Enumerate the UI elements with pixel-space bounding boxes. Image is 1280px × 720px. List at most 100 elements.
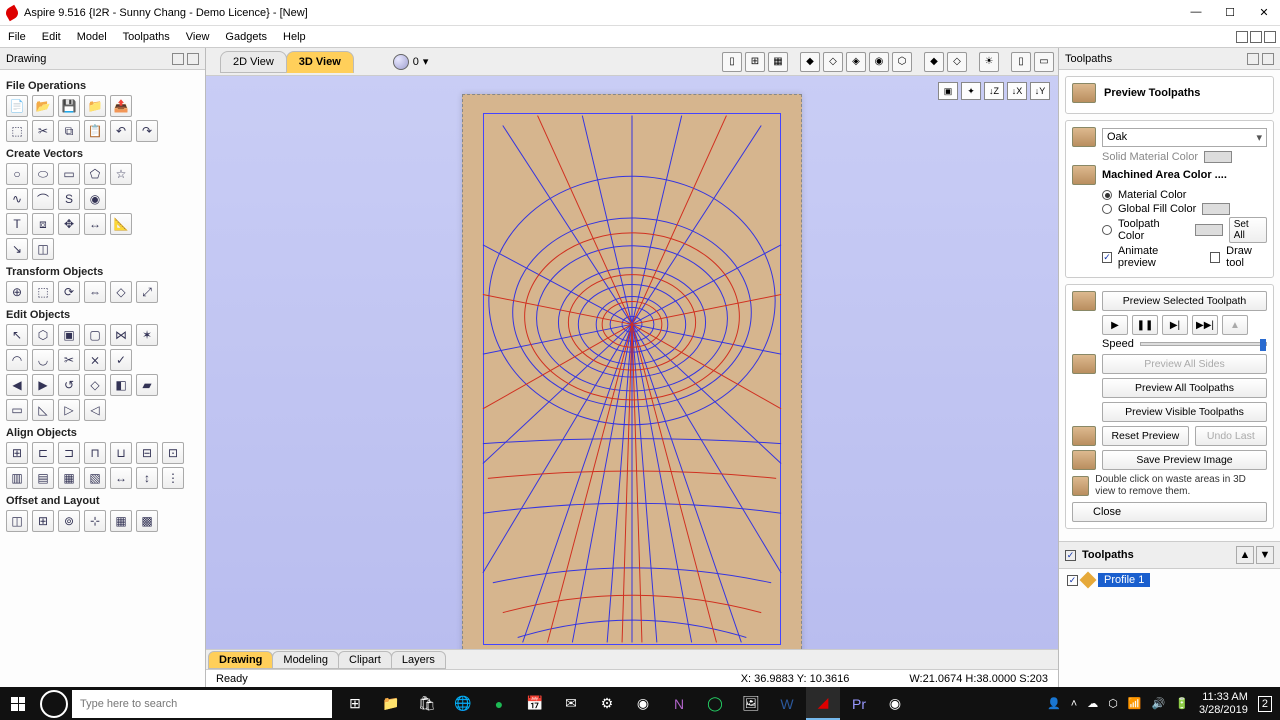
edge-icon[interactable]: 🌐 — [446, 687, 480, 720]
menu-gadgets[interactable]: Gadgets — [225, 31, 267, 43]
fillet-icon[interactable]: ◠ — [6, 349, 28, 371]
align-bottom-icon[interactable]: ⊔ — [110, 442, 132, 464]
spiral-icon[interactable]: ◉ — [84, 188, 106, 210]
close-vector-icon[interactable]: ▶ — [32, 374, 54, 396]
radio-toolpath-color[interactable] — [1102, 225, 1112, 235]
reverse-icon[interactable]: ↺ — [58, 374, 80, 396]
paste-icon[interactable]: 📋 — [84, 120, 106, 142]
menu-file[interactable]: File — [8, 31, 26, 43]
preview-visible-button[interactable]: Preview Visible Toolpaths — [1102, 402, 1267, 422]
text-box-icon[interactable]: ⧈ — [32, 213, 54, 235]
align-left-icon[interactable]: ⊏ — [32, 442, 54, 464]
cortana-icon[interactable] — [40, 690, 68, 718]
space-v-icon[interactable]: ↕ — [136, 467, 158, 489]
window1-icon[interactable]: ▯ — [1011, 52, 1031, 72]
group-icon[interactable]: ▣ — [58, 324, 80, 346]
drawtool-checkbox[interactable] — [1210, 252, 1220, 263]
break-icon[interactable]: ⨯ — [84, 349, 106, 371]
trim-icon[interactable]: ✂ — [58, 349, 80, 371]
maximize-button[interactable]: ☐ — [1220, 6, 1240, 19]
cut-icon[interactable]: ✂ — [32, 120, 54, 142]
align-middle-icon[interactable]: ⊟ — [136, 442, 158, 464]
premiere-icon[interactable]: Pr — [842, 687, 876, 720]
menu-edit[interactable]: Edit — [42, 31, 61, 43]
distribute4-icon[interactable]: ▧ — [84, 467, 106, 489]
minimize-button[interactable]: — — [1186, 6, 1206, 19]
align-center-icon[interactable]: ⊞ — [6, 442, 28, 464]
extend-icon[interactable]: ◡ — [32, 349, 54, 371]
save-file-icon[interactable]: 💾 — [58, 95, 80, 117]
toolpaths-checkbox[interactable] — [1065, 550, 1076, 561]
chrome-icon[interactable]: ◉ — [626, 687, 660, 720]
globe-icon[interactable] — [393, 54, 409, 70]
light-icon[interactable]: ☀ — [979, 52, 999, 72]
rotate-icon[interactable]: ⟳ — [58, 281, 80, 303]
calendar-icon[interactable]: 📅 — [518, 687, 552, 720]
texture-icon[interactable]: ◫ — [32, 238, 54, 260]
edit1-icon[interactable]: ▭ — [6, 399, 28, 421]
polyline-icon[interactable]: ∿ — [6, 188, 28, 210]
shade1-icon[interactable]: ◆ — [800, 52, 820, 72]
distribute2-icon[interactable]: ▤ — [32, 467, 54, 489]
mdi-restore-icon[interactable] — [1250, 31, 1262, 43]
export-icon[interactable]: 📤 — [110, 95, 132, 117]
axis-z-icon[interactable]: ↓Z — [984, 82, 1004, 100]
solid-color-swatch[interactable] — [1204, 151, 1232, 163]
toolpath-color-swatch[interactable] — [1195, 224, 1223, 236]
copy-icon[interactable]: ⧉ — [58, 120, 80, 142]
tile-4-icon[interactable]: ⊞ — [745, 52, 765, 72]
panel-toggle-icon[interactable] — [187, 53, 199, 65]
distribute3-icon[interactable]: ▦ — [58, 467, 80, 489]
step-button[interactable]: ▶| — [1162, 315, 1188, 335]
tpitem-name[interactable]: Profile 1 — [1098, 573, 1150, 587]
open-vector-icon[interactable]: ◀ — [6, 374, 28, 396]
globe-dropdown-icon[interactable]: ▾ — [423, 55, 429, 68]
start-button[interactable] — [0, 687, 36, 720]
mdi-minimize-icon[interactable] — [1236, 31, 1248, 43]
dimension-icon[interactable]: ↔ — [84, 213, 106, 235]
boolean-icon[interactable]: ◧ — [110, 374, 132, 396]
taskbar-search[interactable]: Type here to search — [72, 690, 332, 718]
mail-icon[interactable]: ✉ — [554, 687, 588, 720]
move-icon[interactable]: ⊕ — [6, 281, 28, 303]
btab-drawing[interactable]: Drawing — [208, 651, 273, 669]
radio-material-color[interactable] — [1102, 190, 1112, 200]
join-icon[interactable]: ⋈ — [110, 324, 132, 346]
pause-button[interactable]: ❚❚ — [1132, 315, 1158, 335]
reset-preview-button[interactable]: Reset Preview — [1102, 426, 1189, 446]
distribute1-icon[interactable]: ▥ — [6, 467, 28, 489]
edit4-icon[interactable]: ◁ — [84, 399, 106, 421]
save-preview-image-button[interactable]: Save Preview Image — [1102, 450, 1267, 470]
offset-icon[interactable]: ◫ — [6, 510, 28, 532]
rp-toggle-icon[interactable] — [1262, 53, 1274, 65]
tab-3dview[interactable]: 3D View — [286, 51, 354, 73]
trace-icon[interactable]: ✥ — [58, 213, 80, 235]
onenote-icon[interactable]: N — [662, 687, 696, 720]
axis-y-icon[interactable]: ↓Y — [1030, 82, 1050, 100]
set-all-button[interactable]: Set All — [1229, 217, 1267, 243]
close-button[interactable]: ✕ — [1254, 6, 1274, 19]
preview-all-sides-button[interactable]: Preview All Sides — [1102, 354, 1267, 374]
tray-wifi-icon[interactable]: 📶 — [1128, 697, 1142, 710]
menu-help[interactable]: Help — [283, 31, 306, 43]
ungroup-icon[interactable]: ▢ — [84, 324, 106, 346]
shade5-icon[interactable]: ⬡ — [892, 52, 912, 72]
axis-x-icon[interactable]: ↓X — [1007, 82, 1027, 100]
toggle1-icon[interactable]: ◆ — [924, 52, 944, 72]
space3-icon[interactable]: ⋮ — [162, 467, 184, 489]
obs-icon[interactable]: ◉ — [878, 687, 912, 720]
rp-pin-icon[interactable] — [1247, 53, 1259, 65]
3d-canvas[interactable]: ▣ ✦ ↓Z ↓X ↓Y — [206, 76, 1058, 649]
tpitem-checkbox[interactable] — [1067, 575, 1078, 586]
play-button[interactable]: ▶ — [1102, 315, 1128, 335]
speed-slider[interactable] — [1140, 342, 1267, 346]
measure-icon[interactable]: 📐 — [110, 213, 132, 235]
arc-icon[interactable]: ⌒ — [32, 188, 54, 210]
store-icon[interactable]: 🛍 — [410, 687, 444, 720]
window2-icon[interactable]: ▭ — [1034, 52, 1054, 72]
circle-icon[interactable]: ○ — [6, 163, 28, 185]
offset-vector-icon[interactable]: ◇ — [84, 374, 106, 396]
array-icon[interactable]: ⊞ — [32, 510, 54, 532]
plate-icon[interactable]: ▩ — [136, 510, 158, 532]
curve-icon[interactable]: S — [58, 188, 80, 210]
